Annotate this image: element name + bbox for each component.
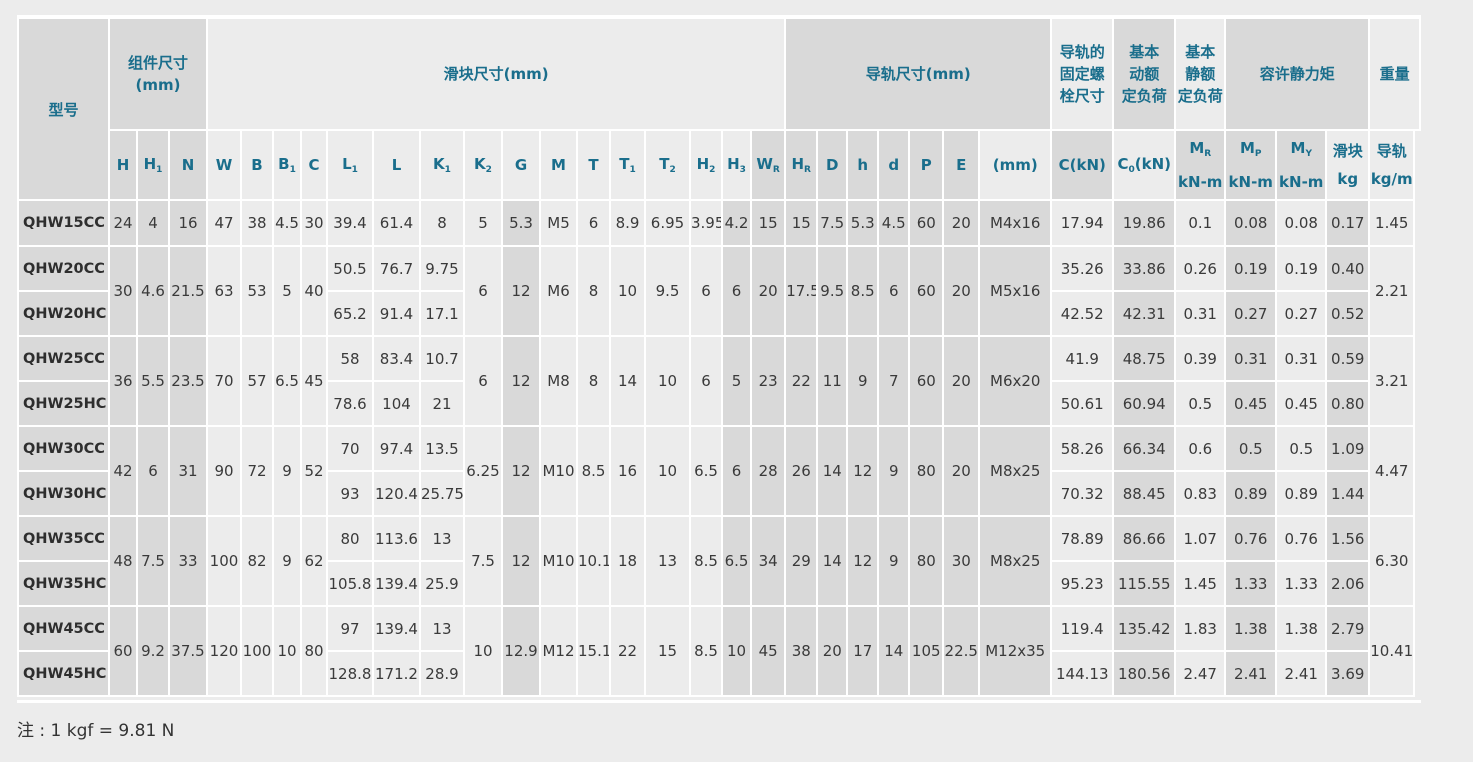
table-bottom-rule	[17, 700, 1421, 703]
col-K2: K2	[463, 129, 503, 201]
col-MY: MY kN-m	[1275, 129, 1328, 201]
col-P: P	[908, 129, 945, 201]
group-rows: QHW20CC 30 4.6 21.5 63 53 5 40 50.5 76.7 9.75 6 12 M6…	[17, 245, 1420, 697]
col-MR: MR kN-m	[1174, 129, 1227, 201]
header-dyn-load: 基本 动额 定负荷	[1112, 17, 1177, 131]
col-C: C	[300, 129, 328, 201]
header-assembly: 组件尺寸 (mm)	[108, 17, 208, 131]
col-H2: H2	[689, 129, 723, 201]
col-T2: T2	[644, 129, 691, 201]
header-weight: 重量	[1368, 17, 1421, 131]
col-H1: H1	[136, 129, 170, 201]
col-h: h	[846, 129, 880, 201]
col-d: d	[877, 129, 911, 201]
header-block: 滑块尺寸(mm)	[205, 17, 787, 131]
col-C0-kN: C0(kN)	[1112, 129, 1177, 201]
col-H3: H3	[721, 129, 752, 201]
col-w-rail: 导轨 kg/m	[1368, 129, 1416, 201]
col-WR: WR	[749, 129, 787, 201]
header-stat-load: 基本 静额 定负荷	[1174, 17, 1227, 131]
col-M: M	[539, 129, 578, 201]
footnote: 注 : 1 kgf = 9.81 N	[17, 721, 175, 741]
header-moment: 容许静力矩	[1224, 17, 1371, 131]
header-bolt: 导轨的 固定螺 栓尺寸	[1050, 17, 1115, 131]
col-bolt-unit: (mm)	[978, 129, 1053, 201]
col-N: N	[168, 129, 208, 201]
col-K1: K1	[419, 129, 465, 201]
col-D: D	[816, 129, 849, 201]
col-C-kN: C(kN)	[1050, 129, 1115, 201]
col-HR: HR	[784, 129, 819, 201]
col-T1: T1	[609, 129, 646, 201]
table-row: QHW15CC 24 4 16 47 38 4.5 30 39.4 61.4 8…	[17, 199, 1420, 247]
col-B: B	[240, 129, 274, 201]
header-rail: 导轨尺寸(mm)	[784, 17, 1053, 131]
spec-table: 型号 组件尺寸 (mm) 滑块尺寸(mm) 导轨尺寸(mm) 导轨的 固定螺 栓尺寸 …	[17, 17, 1421, 697]
table-row: QHW20CC 30 4.6 21.5 63 53 5 40 50.5 76.7 9.75 6 12 M6…	[17, 245, 1420, 337]
table-row: QHW35CC 48 7.5 33 100 82 9 62 80 113.6 13 7.5 12 M10 1…	[17, 515, 1420, 607]
col-G: G	[501, 129, 541, 201]
table-row: QHW45CC 60 9.2 37.5 120 100 10 80 97 139.4 13 10 12.…	[17, 605, 1420, 697]
header-model: 型号	[17, 17, 110, 201]
table-row: QHW30CC 42 6 31 90 72 9 52 70 97.4 13.5 6.25 12 M10 8.…	[17, 425, 1420, 517]
spec-table-wrapper: 型号 组件尺寸 (mm) 滑块尺寸(mm) 导轨尺寸(mm) 导轨的 固定螺 栓尺寸 …	[17, 17, 1421, 697]
col-L1: L1	[326, 129, 374, 201]
col-E: E	[942, 129, 981, 201]
col-w-block: 滑块 kg	[1325, 129, 1371, 201]
table-row: QHW25CC 36 5.5 23.5 70 57 6.5 45 58 83.4 10.7 6 12 M8…	[17, 335, 1420, 427]
col-B1: B1	[272, 129, 302, 201]
col-W: W	[206, 129, 242, 201]
col-T: T	[576, 129, 611, 201]
col-MP: MP kN-m	[1224, 129, 1278, 201]
col-L: L	[372, 129, 421, 201]
col-H: H	[108, 129, 138, 201]
